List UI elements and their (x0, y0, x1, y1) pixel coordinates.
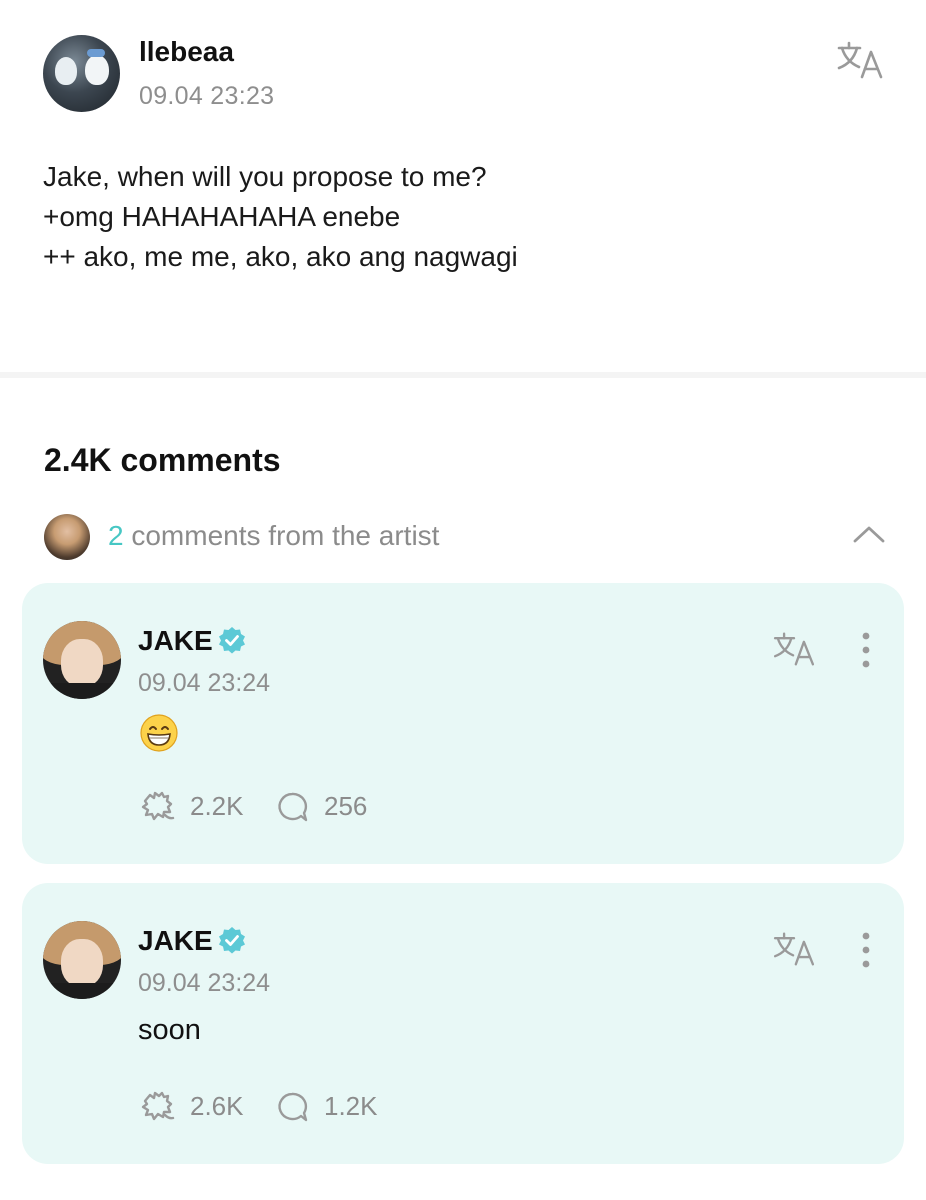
translate-icon[interactable] (772, 631, 816, 667)
section-divider (0, 372, 926, 378)
avatar-figure (87, 49, 105, 57)
post-author-avatar[interactable] (43, 35, 120, 112)
post-body: Jake, when will you propose to me? +omg … (43, 157, 518, 277)
like-icon[interactable] (138, 1089, 176, 1123)
avatar-figure (85, 55, 109, 85)
artist-comments-label: 2 comments from the artist (108, 520, 439, 552)
like-icon[interactable] (138, 789, 176, 823)
artist-comments-count: 2 (108, 520, 124, 551)
comment-timestamp: 09.04 23:24 (138, 969, 271, 997)
verified-badge-icon (219, 627, 245, 654)
grinning-face-emoji-icon (140, 714, 178, 752)
artist-comments-text: comments from the artist (131, 520, 440, 551)
comment-author-avatar[interactable] (43, 921, 121, 999)
comment-stats: 2.6K 1.2K (138, 1087, 538, 1123)
comment-author-avatar[interactable] (43, 621, 121, 699)
avatar-face (61, 639, 103, 687)
avatar-face (61, 939, 103, 987)
more-vertical-icon[interactable] (858, 631, 874, 671)
translate-icon[interactable] (836, 40, 884, 80)
artist-comment-card: JAKE 09.04 23:24 soon 2.6K 1.2K (22, 883, 904, 1164)
comments-count-title: 2.4K comments (44, 442, 281, 478)
post-text-line: ++ ako, me me, ako, ako ang nagwagi (43, 241, 518, 272)
comment-author-name[interactable]: JAKE (138, 625, 213, 657)
reply-bubble-icon[interactable] (276, 791, 308, 823)
avatar-figure (55, 57, 77, 85)
comment-author-name[interactable]: JAKE (138, 925, 213, 957)
artist-comment-card: JAKE 09.04 23:24 2.2K 256 (22, 583, 904, 864)
verified-badge-icon (219, 927, 245, 954)
more-vertical-icon[interactable] (858, 931, 874, 971)
artist-comments-toggle[interactable]: 2 comments from the artist (44, 512, 894, 560)
avatar-coat (43, 683, 121, 699)
like-count: 2.6K (190, 1091, 244, 1121)
avatar-coat (43, 983, 121, 999)
post-text-line: +omg HAHAHAHAHA enebe (43, 201, 401, 232)
reply-bubble-icon[interactable] (276, 1091, 308, 1123)
comment-stats: 2.2K 256 (138, 787, 538, 823)
comment-text: soon (138, 1014, 201, 1046)
post-text-line: Jake, when will you propose to me? (43, 161, 487, 192)
reply-count: 1.2K (324, 1091, 378, 1121)
artist-avatar (44, 514, 90, 560)
reply-count: 256 (324, 791, 368, 821)
chevron-up-icon[interactable] (852, 524, 886, 544)
translate-icon[interactable] (772, 931, 816, 967)
post-timestamp: 09.04 23:23 (139, 82, 275, 110)
comment-timestamp: 09.04 23:24 (138, 669, 271, 697)
like-count: 2.2K (190, 791, 244, 821)
post-author-name[interactable]: llebeaa (139, 36, 234, 68)
